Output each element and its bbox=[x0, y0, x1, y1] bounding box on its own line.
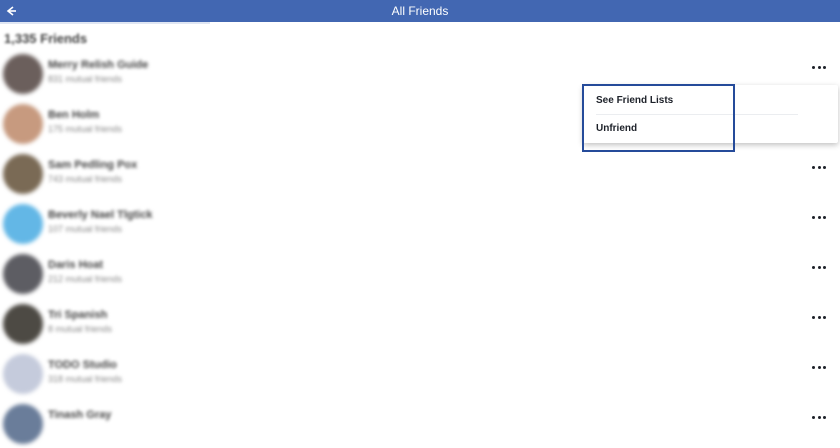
avatar[interactable] bbox=[3, 254, 43, 294]
more-options-icon[interactable] bbox=[812, 64, 826, 70]
friend-row[interactable]: Tri Spanish 8 mutual friends bbox=[0, 298, 840, 348]
friend-name[interactable]: Merry Relish Guide bbox=[48, 59, 148, 71]
friend-name[interactable]: Daris Hoat bbox=[48, 259, 103, 271]
avatar[interactable] bbox=[3, 154, 43, 194]
avatar[interactable] bbox=[3, 404, 43, 444]
friend-name[interactable]: Sam Pedling Pox bbox=[48, 159, 137, 171]
friend-mutual-count: 831 mutual friends bbox=[48, 74, 123, 84]
more-options-icon[interactable] bbox=[812, 164, 826, 170]
friend-mutual-count: 8 mutual friends bbox=[48, 324, 113, 334]
friend-name[interactable]: TODO Studio bbox=[48, 359, 117, 371]
friend-name[interactable]: Tri Spanish bbox=[48, 309, 107, 321]
more-options-icon[interactable] bbox=[812, 214, 826, 220]
friend-row[interactable]: Tinash Gray bbox=[0, 398, 840, 448]
avatar[interactable] bbox=[3, 204, 43, 244]
friend-mutual-count: 318 mutual friends bbox=[48, 374, 123, 384]
friend-name[interactable]: Beverly Nael Tlgtick bbox=[48, 209, 153, 221]
avatar[interactable] bbox=[3, 354, 43, 394]
unfriend-menu-item[interactable]: Unfriend bbox=[596, 123, 637, 134]
header-bar: All Friends bbox=[0, 0, 840, 22]
friend-mutual-count: 212 mutual friends bbox=[48, 274, 123, 284]
more-options-icon[interactable] bbox=[812, 364, 826, 370]
loading-progress bbox=[0, 22, 210, 24]
friend-row[interactable]: Daris Hoat 212 mutual friends bbox=[0, 248, 840, 298]
friend-row[interactable]: Beverly Nael Tlgtick 107 mutual friends bbox=[0, 198, 840, 248]
friend-row[interactable]: TODO Studio 318 mutual friends bbox=[0, 348, 840, 398]
see-friend-lists-menu-item[interactable]: See Friend Lists bbox=[596, 95, 673, 106]
friends-count: 1,335 Friends bbox=[4, 31, 88, 46]
avatar[interactable] bbox=[3, 304, 43, 344]
avatar[interactable] bbox=[3, 104, 43, 144]
menu-divider bbox=[596, 114, 798, 115]
friend-row[interactable]: Sam Pedling Pox 743 mutual friends bbox=[0, 148, 840, 198]
more-options-icon[interactable] bbox=[812, 414, 826, 420]
friend-mutual-count: 743 mutual friends bbox=[48, 174, 123, 184]
friend-name[interactable]: Ben Holm bbox=[48, 109, 99, 121]
page-title: All Friends bbox=[391, 4, 449, 18]
friend-mutual-count: 107 mutual friends bbox=[48, 224, 123, 234]
friend-context-menu: See Friend Lists Unfriend bbox=[583, 85, 838, 143]
friend-name[interactable]: Tinash Gray bbox=[48, 409, 111, 421]
more-options-icon[interactable] bbox=[812, 264, 826, 270]
avatar[interactable] bbox=[3, 54, 43, 94]
more-options-icon[interactable] bbox=[812, 314, 826, 320]
friend-mutual-count: 175 mutual friends bbox=[48, 124, 123, 134]
